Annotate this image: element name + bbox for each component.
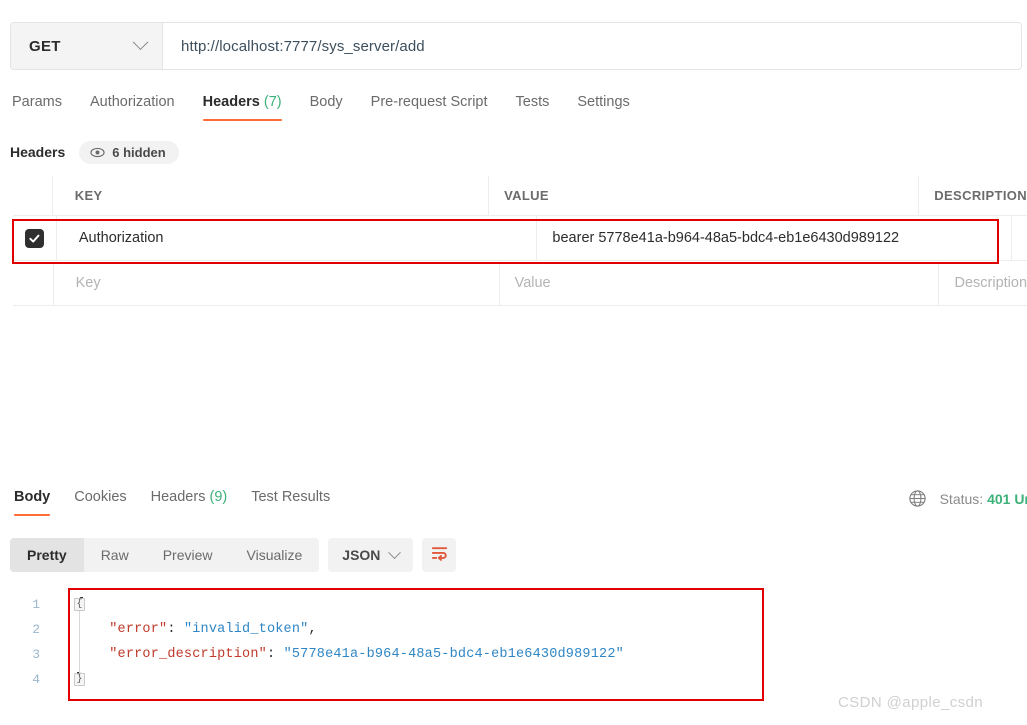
tab-body[interactable]: Body bbox=[296, 92, 357, 121]
url-input[interactable]: http://localhost:7777/sys_server/add bbox=[163, 23, 1021, 69]
code-fold-toggle-open[interactable]: { bbox=[74, 598, 85, 611]
response-view-toolbar: Pretty Raw Preview Visualize JSON bbox=[10, 538, 457, 572]
json-value: "invalid_token" bbox=[183, 622, 309, 637]
line-number: 2 bbox=[32, 622, 40, 637]
headers-subbar: Headers 6 hidden bbox=[10, 139, 179, 165]
tab-settings[interactable]: Settings bbox=[563, 92, 643, 121]
response-tab-body[interactable]: Body bbox=[2, 487, 62, 516]
tab-pre-request-script-label: Pre-request Script bbox=[370, 94, 488, 110]
tab-tests-label: Tests bbox=[515, 94, 550, 110]
word-wrap-icon bbox=[430, 543, 449, 567]
json-value: "5778e41a-b964-48a5-bdc4-eb1e6430d989122… bbox=[283, 647, 624, 662]
row-checkbox-checked[interactable] bbox=[24, 228, 44, 248]
line-content: "error": "invalid_token", bbox=[109, 622, 317, 637]
line-number: 1 bbox=[32, 597, 40, 612]
row-description-cell[interactable] bbox=[1012, 216, 1027, 260]
response-body-code[interactable]: 1 { 2 "error": "invalid_token", 3 "error… bbox=[0, 592, 1027, 692]
response-status: Status: 401 Un bbox=[908, 489, 1027, 508]
line-content: "error_description": "5778e41a-b964-48a5… bbox=[109, 647, 624, 662]
view-mode-visualize[interactable]: Visualize bbox=[230, 538, 320, 572]
tab-headers-count: (7) bbox=[263, 94, 282, 110]
tab-params-label: Params bbox=[12, 94, 62, 110]
format-label: JSON bbox=[342, 547, 381, 563]
response-tab-test-results[interactable]: Test Results bbox=[239, 487, 342, 516]
line-number: 3 bbox=[32, 647, 40, 662]
response-tab-cookies[interactable]: Cookies bbox=[62, 487, 138, 516]
row-value-input[interactable]: Value bbox=[500, 261, 940, 305]
watermark: CSDN @apple_csdn bbox=[838, 694, 984, 711]
word-wrap-button[interactable] bbox=[422, 538, 457, 572]
row-description-input[interactable]: Description bbox=[939, 261, 1027, 305]
json-key: "error" bbox=[109, 622, 168, 637]
view-mode-pretty[interactable]: Pretty bbox=[10, 538, 84, 572]
chevron-down-icon bbox=[388, 545, 402, 559]
view-mode-preview[interactable]: Preview bbox=[146, 538, 230, 572]
column-header-description: DESCRIPTION bbox=[934, 188, 1027, 203]
response-tab-headers-count: (9) bbox=[209, 489, 228, 505]
column-header-key: KEY bbox=[53, 176, 490, 215]
tab-authorization-label: Authorization bbox=[89, 94, 175, 110]
hidden-headers-toggle[interactable]: 6 hidden bbox=[79, 140, 179, 164]
table-row[interactable]: Key Value Description bbox=[13, 261, 1027, 306]
tab-headers-label: Headers bbox=[202, 94, 260, 110]
tab-body-label: Body bbox=[309, 94, 343, 110]
row-checkbox-cell bbox=[13, 216, 57, 260]
code-line: 4 } bbox=[0, 667, 1027, 692]
http-method-label: GET bbox=[29, 37, 61, 55]
view-mode-segment: Pretty Raw Preview Visualize bbox=[10, 538, 320, 572]
code-fold-guide bbox=[79, 606, 80, 680]
code-line: 3 "error_description": "5778e41a-b964-48… bbox=[0, 642, 1027, 667]
http-method-dropdown[interactable]: GET bbox=[11, 23, 163, 69]
code-line: 2 "error": "invalid_token", bbox=[0, 617, 1027, 642]
tab-tests[interactable]: Tests bbox=[502, 92, 564, 121]
json-key: "error_description" bbox=[109, 647, 267, 662]
view-mode-raw[interactable]: Raw bbox=[84, 538, 146, 572]
response-tab-headers[interactable]: Headers (9) bbox=[139, 487, 240, 516]
row-value-cell[interactable]: bearer 5778e41a-b964-48a5-bdc4-eb1e6430d… bbox=[537, 216, 1012, 260]
line-number: 4 bbox=[32, 672, 40, 687]
postman-request-window: GET http://localhost:7777/sys_server/add… bbox=[0, 0, 1027, 725]
globe-icon bbox=[908, 489, 927, 508]
headers-table: KEY VALUE DESCRIPTION Authorization bear… bbox=[13, 176, 1027, 306]
url-bar: GET http://localhost:7777/sys_server/add bbox=[10, 22, 1022, 70]
tab-headers[interactable]: Headers (7) bbox=[189, 92, 296, 121]
eye-icon bbox=[90, 145, 105, 160]
format-dropdown[interactable]: JSON bbox=[328, 538, 414, 572]
status-label: Status: 401 Un bbox=[940, 491, 1027, 507]
row-key-input[interactable]: Key bbox=[54, 261, 500, 305]
header-cell-checkbox bbox=[13, 176, 53, 215]
row-checkbox-cell bbox=[13, 261, 54, 305]
table-row[interactable]: Authorization bearer 5778e41a-b964-48a5-… bbox=[13, 216, 1027, 261]
code-fold-toggle-close[interactable]: } bbox=[74, 673, 85, 686]
headers-section-title: Headers bbox=[10, 144, 66, 160]
tab-authorization[interactable]: Authorization bbox=[76, 92, 189, 121]
headers-table-header-row: KEY VALUE DESCRIPTION bbox=[13, 176, 1027, 216]
row-key-cell[interactable]: Authorization bbox=[57, 216, 538, 260]
response-tabs: Body Cookies Headers (9) Test Results bbox=[2, 487, 342, 516]
column-header-value: VALUE bbox=[489, 176, 920, 215]
code-line: 1 { bbox=[0, 592, 1027, 617]
tab-settings-label: Settings bbox=[577, 94, 630, 110]
hidden-headers-label: 6 hidden bbox=[112, 144, 166, 160]
request-tabs: Params Authorization Headers (7) Body Pr… bbox=[10, 92, 1022, 126]
chevron-down-icon bbox=[132, 33, 149, 50]
status-code: 401 Un bbox=[987, 490, 1027, 507]
tab-pre-request-script[interactable]: Pre-request Script bbox=[357, 92, 502, 121]
tab-params[interactable]: Params bbox=[10, 92, 76, 121]
